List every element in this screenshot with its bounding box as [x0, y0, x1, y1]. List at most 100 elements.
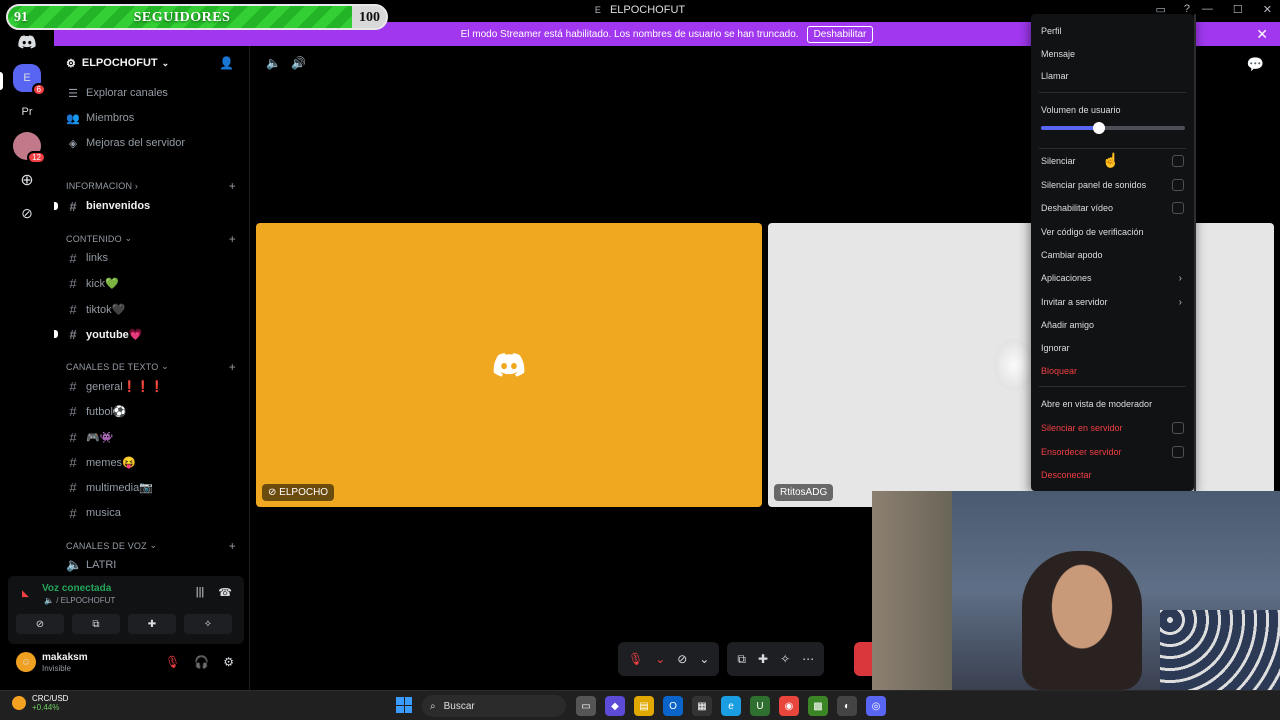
channel-musica[interactable]: # musica [66, 502, 238, 524]
chevron-down-icon[interactable]: ⌄ [699, 652, 709, 666]
disable-streamer-button[interactable]: Deshabilitar [806, 25, 874, 43]
menu-verification-code[interactable]: Ver código de verificación [1041, 222, 1186, 242]
minimize-button[interactable]: — [1202, 3, 1213, 16]
checkbox[interactable] [1172, 446, 1184, 458]
nav-explore[interactable]: ☰ Explorar canales [66, 82, 168, 104]
channel-memes[interactable]: # memes😝 [66, 451, 238, 473]
chrome-icon[interactable]: ◉ [779, 696, 799, 716]
video-tile-elpocho[interactable]: ⊘ ELPOCHO [256, 223, 762, 507]
edge-icon[interactable]: e [721, 696, 741, 716]
menu-profile[interactable]: Perfil [1041, 21, 1186, 41]
more-icon[interactable]: ⋯ [802, 652, 814, 666]
server-e[interactable]: E 6 [13, 64, 46, 96]
outlook-icon[interactable]: O [663, 696, 683, 716]
menu-mute-soundboard[interactable]: Silenciar panel de sonidos [1041, 175, 1186, 195]
voice-status[interactable]: Voz conectada [42, 583, 111, 594]
activities-button[interactable]: ✚ [128, 614, 176, 634]
noise-suppression-icon[interactable]: ||| [196, 586, 205, 599]
menu-mod-view[interactable]: Abre en vista de moderador [1041, 394, 1186, 414]
chat-bubble-icon[interactable]: 💬 [1247, 56, 1264, 73]
category-texto[interactable]: CANALES DE TEXTO ⌄ + [66, 360, 238, 374]
soundboard-icon[interactable]: ✧ [780, 652, 790, 666]
menu-disable-video[interactable]: Deshabilitar vídeo [1041, 198, 1186, 218]
activities-icon[interactable]: ✚ [758, 652, 768, 666]
volume-knob[interactable] [1092, 122, 1105, 134]
server-header[interactable]: ⚙ ELPOCHOFUT ⌄ 👤 [54, 46, 250, 80]
add-channel-icon[interactable]: + [229, 179, 236, 193]
camera-button[interactable]: ⊘ [16, 614, 64, 634]
windows-start-icon[interactable] [396, 697, 412, 713]
app-icon[interactable]: ◐ [837, 696, 857, 716]
menu-invite[interactable]: Invitar a servidor › [1041, 292, 1186, 312]
checkbox[interactable] [1172, 202, 1184, 214]
checkbox[interactable] [1172, 422, 1184, 434]
chevron-down-icon[interactable]: ⌄ [655, 652, 665, 666]
task-view-icon[interactable]: ▭ [576, 696, 596, 716]
add-channel-icon[interactable]: + [229, 232, 236, 246]
add-channel-icon[interactable]: + [229, 360, 236, 374]
screen-share-button[interactable]: ⧉ [72, 614, 120, 634]
discord-taskbar-icon[interactable]: ◎ [866, 696, 886, 716]
nav-members[interactable]: 👥 Miembros [66, 107, 134, 129]
channel-tiktok[interactable]: # tiktok🖤 [66, 298, 238, 320]
copilot-icon[interactable]: ◆ [605, 696, 625, 716]
menu-add-friend[interactable]: Añadir amigo [1041, 315, 1186, 335]
category-contenido[interactable]: CONTENIDO ⌄ + [66, 232, 238, 246]
app-u-icon[interactable]: U [750, 696, 770, 716]
camera-off-icon[interactable]: ⊘ [677, 652, 687, 666]
channel-bienvenidos[interactable]: # bienvenidos [66, 195, 238, 217]
server-avatar[interactable]: 12 [13, 132, 46, 164]
channel-multimedia[interactable]: # multimedia📷 [66, 476, 238, 498]
channel-general[interactable]: # general❗️❗️❗️ [66, 375, 238, 397]
server-pr[interactable]: Pr [13, 98, 41, 126]
menu-call[interactable]: Llamar [1041, 66, 1186, 86]
checkbox[interactable] [1172, 179, 1184, 191]
volume-high-icon[interactable]: 🔊 [291, 56, 306, 70]
screen-share-icon[interactable]: ⧉ [737, 652, 746, 667]
volume-low-icon[interactable]: 🔈 [266, 56, 281, 70]
channel-links[interactable]: # links [66, 247, 238, 269]
channel-futbol[interactable]: # futbol⚽ [66, 400, 238, 422]
user-volume-slider[interactable] [1041, 122, 1185, 134]
disconnect-icon[interactable]: ☎ [218, 586, 232, 599]
close-window-button[interactable]: ✕ [1263, 3, 1272, 16]
mic-muted-icon[interactable]: 🎙 [165, 655, 180, 669]
channel-kick[interactable]: # kick💚 [66, 272, 238, 294]
checkbox[interactable] [1172, 155, 1184, 167]
menu-disconnect[interactable]: Desconectar [1041, 465, 1186, 485]
menu-server-mute[interactable]: Silenciar en servidor [1041, 418, 1186, 438]
channel-youtube[interactable]: # youtube💗 [66, 323, 238, 345]
soundboard-button[interactable]: ✧ [184, 614, 232, 634]
channel-games[interactable]: # 🎮👾 [66, 426, 238, 448]
store-icon[interactable]: ▦ [692, 696, 712, 716]
sun-icon [12, 696, 26, 710]
menu-scrollbar[interactable] [1194, 14, 1196, 491]
category-voz[interactable]: CANALES DE VOZ ⌄ + [66, 539, 238, 553]
menu-apps[interactable]: Aplicaciones › [1041, 268, 1186, 288]
close-banner-icon[interactable]: ✕ [1256, 26, 1268, 43]
invite-people-icon[interactable]: 👤 [219, 56, 234, 70]
category-informacion[interactable]: INFORMACION › + [66, 179, 238, 193]
menu-block[interactable]: Bloquear [1041, 361, 1186, 381]
taskbar-search[interactable]: ⌕ Buscar [422, 695, 566, 717]
mic-muted-icon[interactable]: 🎙 [628, 652, 643, 666]
menu-change-nickname[interactable]: Cambiar apodo [1041, 245, 1186, 265]
add-server-icon[interactable]: ⊕ [13, 166, 41, 194]
settings-gear-icon[interactable]: ⚙ [223, 655, 234, 669]
discord-home-icon[interactable] [13, 28, 41, 56]
menu-server-deafen[interactable]: Ensordecer servidor [1041, 442, 1186, 462]
add-channel-icon[interactable]: + [229, 539, 236, 553]
unread-marker [54, 202, 58, 210]
user-avatar[interactable]: ☺ [16, 652, 36, 672]
headphones-icon[interactable]: 🎧 [194, 655, 209, 669]
menu-message[interactable]: Mensaje [1041, 44, 1186, 64]
nav-boosts[interactable]: ◈ Mejoras del servidor [66, 132, 185, 154]
taskbar-widget[interactable]: CRC/USD +0.44% [12, 694, 68, 712]
voice-channel-latri[interactable]: 🔈 LATRI [66, 554, 238, 576]
maximize-button[interactable]: ☐ [1233, 3, 1243, 16]
menu-ignore[interactable]: Ignorar [1041, 338, 1186, 358]
video-tile-rtitos[interactable]: RtitosADG [768, 223, 1274, 507]
explore-servers-icon[interactable]: ⊘ [13, 199, 41, 227]
file-explorer-icon[interactable]: ▤ [634, 696, 654, 716]
minecraft-icon[interactable]: ▩ [808, 696, 828, 716]
